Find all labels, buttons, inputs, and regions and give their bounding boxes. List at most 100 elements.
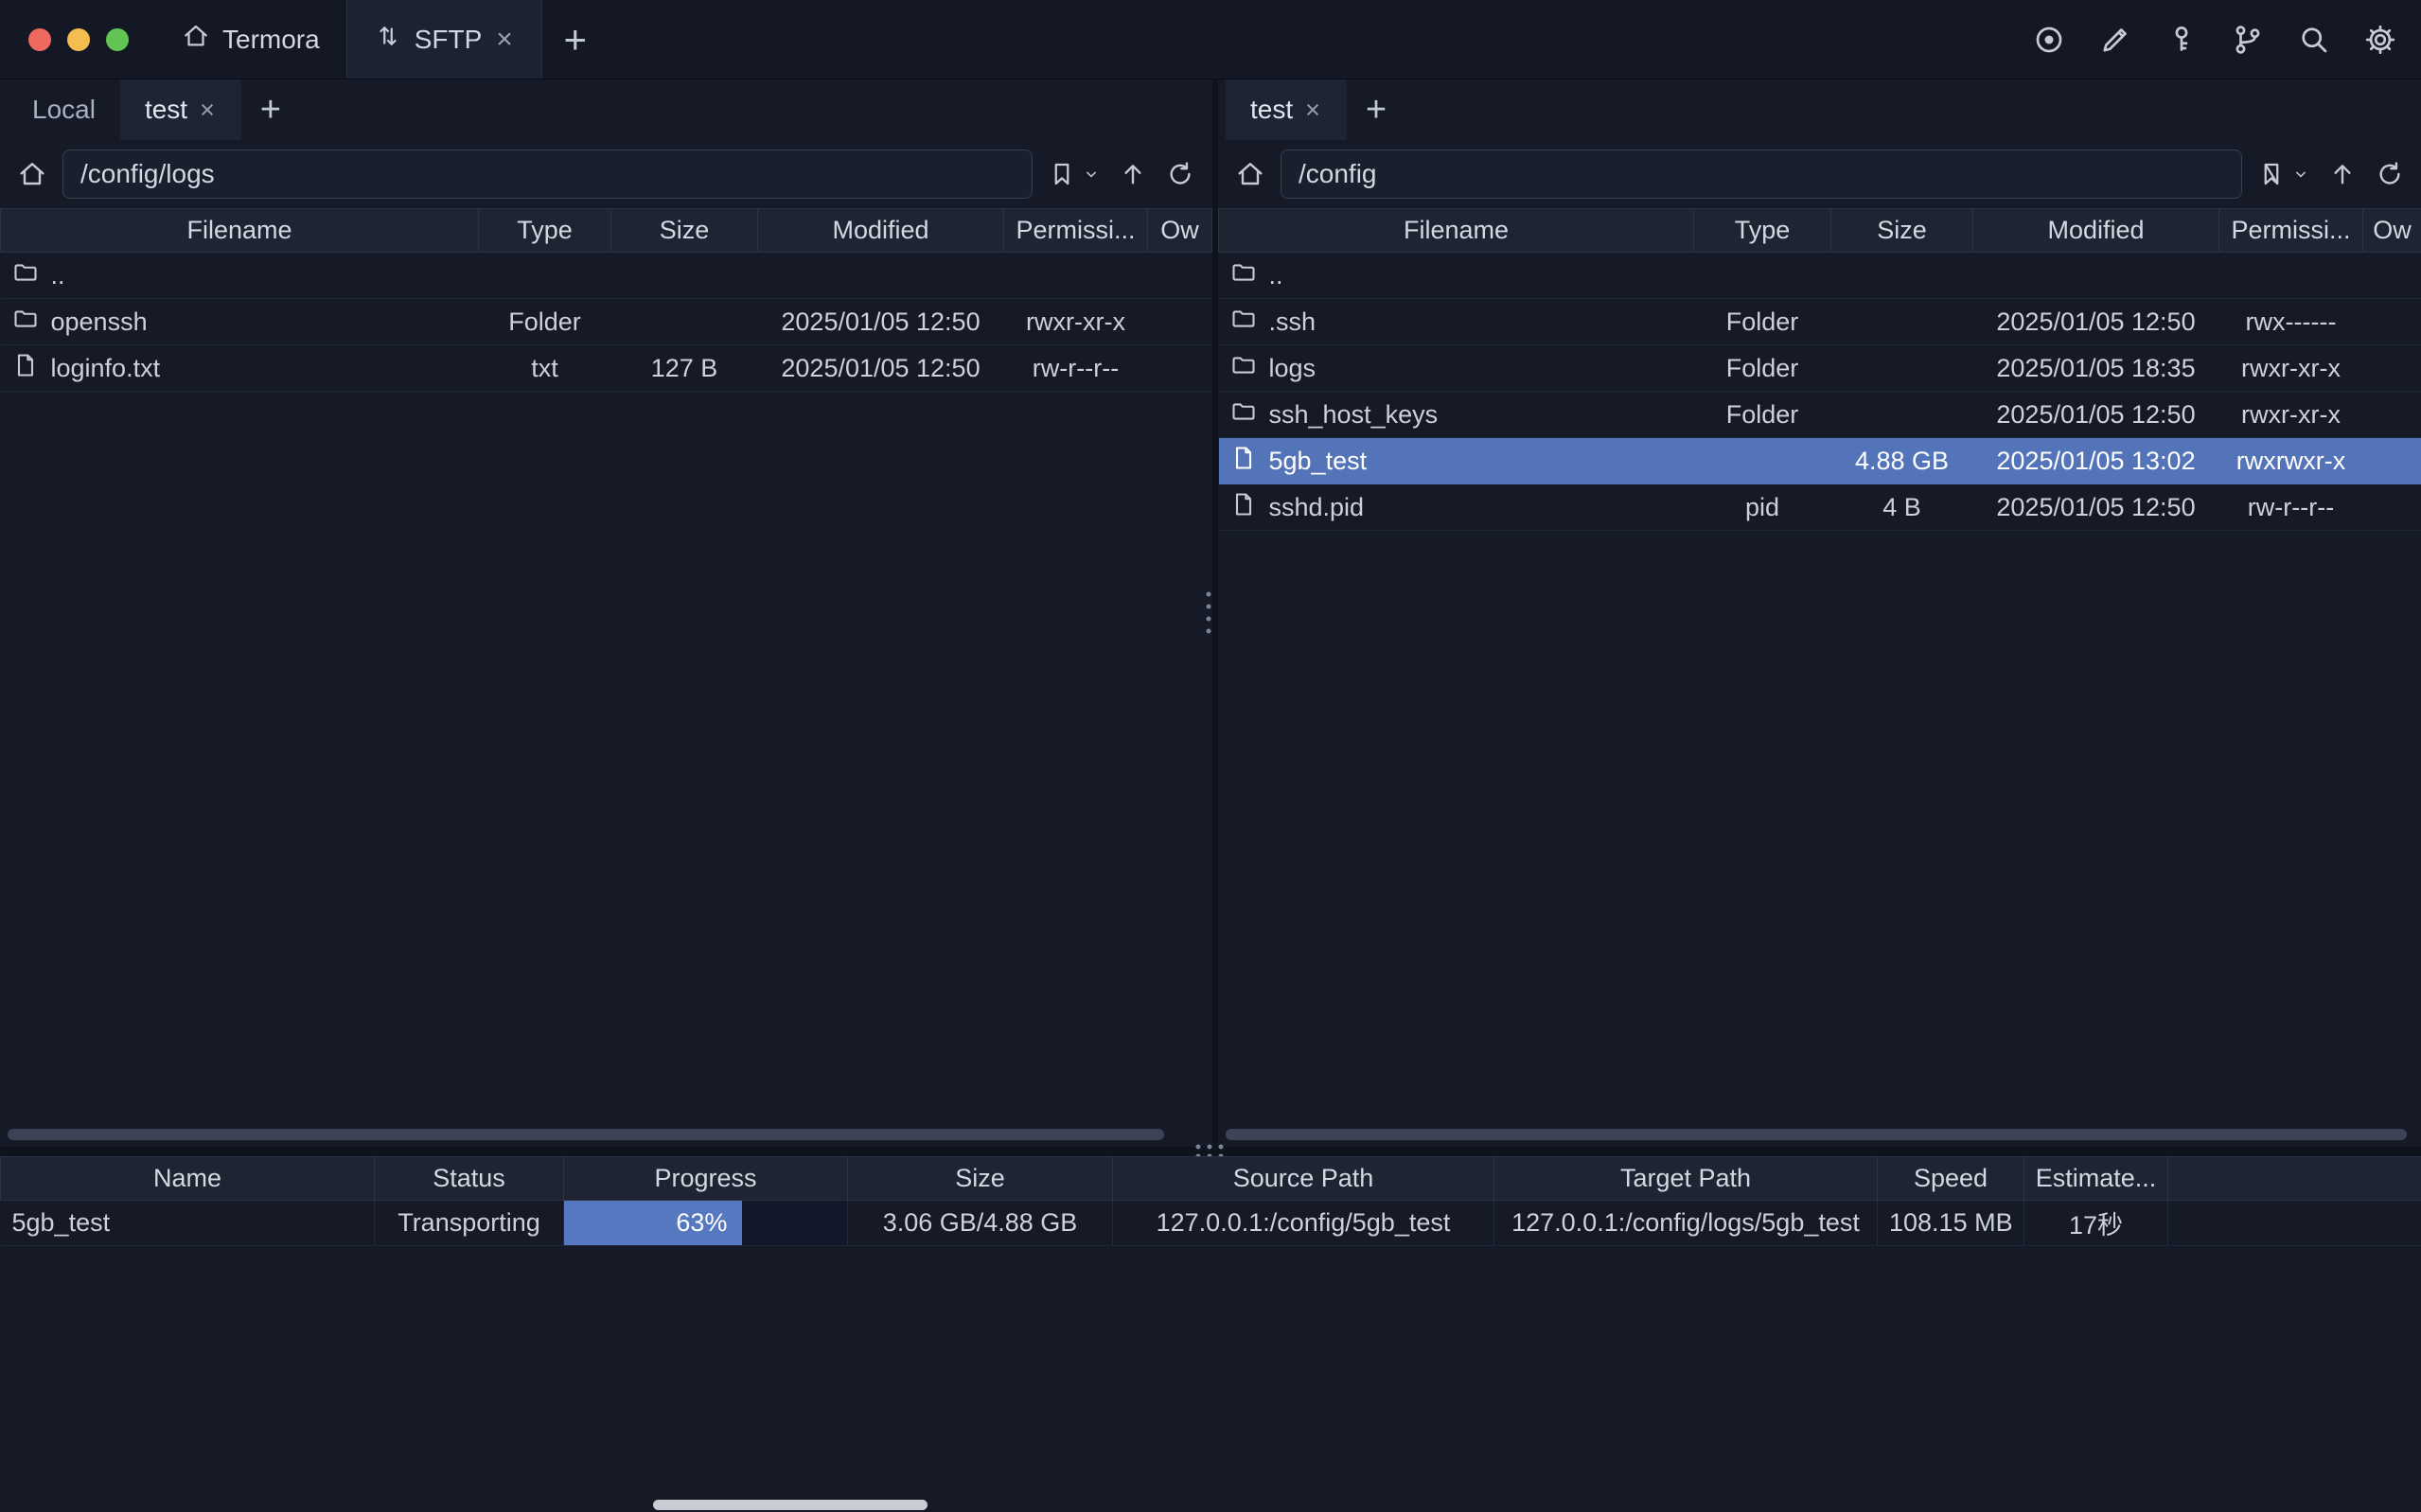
transfer-panel-splitter[interactable] (0, 1147, 2421, 1156)
bottom-overlay-scrollbar[interactable] (653, 1500, 928, 1510)
transfer-row[interactable]: 5gb_test Transporting 63% 3.06 GB/4.88 G… (1, 1201, 2421, 1246)
file-type: Folder (1694, 392, 1831, 438)
right-table-header: Filename Type Size Modified Permissi... … (1219, 209, 2421, 253)
left-tab-test-close-icon[interactable]: × (198, 97, 217, 123)
transfer-filler (2168, 1201, 2421, 1246)
branch-icon[interactable] (2230, 22, 2266, 58)
table-row[interactable]: openssh Folder 2025/01/05 12:50 rwxr-xr-… (1, 299, 1212, 345)
file-permissions: rwxrwxr-x (2219, 438, 2363, 484)
folder-icon (1230, 259, 1257, 292)
right-refresh-icon[interactable] (2373, 151, 2407, 197)
table-row[interactable]: .ssh Folder 2025/01/05 12:50 rwx------ (1219, 299, 2421, 345)
left-bookmark-icon[interactable] (1046, 151, 1078, 197)
file-modified: 2025/01/05 12:50 (1973, 299, 2219, 345)
left-add-tab-button[interactable]: + (241, 79, 300, 140)
transfers-col-target-path[interactable]: Target Path (1494, 1157, 1878, 1201)
right-col-filename[interactable]: Filename (1219, 209, 1694, 253)
right-col-type[interactable]: Type (1694, 209, 1831, 253)
right-add-tab-button[interactable]: + (1347, 79, 1405, 140)
right-bookmark-icon[interactable] (2255, 151, 2288, 197)
right-tab-test-close-icon[interactable]: × (1303, 97, 1322, 123)
left-pane: Local test × + (0, 79, 1212, 1147)
transfers-col-estimate[interactable]: Estimate... (2024, 1157, 2168, 1201)
settings-gear-icon[interactable] (2362, 22, 2398, 58)
left-col-owner[interactable]: Ow (1148, 209, 1212, 253)
file-permissions: rwx------ (2219, 299, 2363, 345)
right-pane-tabs: test × + (1218, 79, 2421, 140)
close-window-button[interactable] (28, 28, 51, 51)
file-owner (2363, 392, 2421, 438)
right-path-input[interactable] (1281, 149, 2242, 199)
transfer-arrows-icon (374, 22, 402, 57)
right-col-permissions[interactable]: Permissi... (2219, 209, 2363, 253)
file-name: loginfo.txt (51, 354, 161, 383)
right-tab-test[interactable]: test × (1226, 79, 1347, 140)
transfers-table-header: Name Status Progress Size Source Path Ta… (1, 1157, 2421, 1201)
tab-termora[interactable]: Termora (155, 0, 346, 79)
file-size (1831, 299, 1973, 345)
transfers-col-size[interactable]: Size (848, 1157, 1113, 1201)
left-path-input[interactable] (62, 149, 1033, 199)
left-home-icon[interactable] (15, 151, 49, 197)
left-refresh-icon[interactable] (1163, 151, 1197, 197)
left-horizontal-scrollbar[interactable] (8, 1129, 1164, 1140)
right-bookmark-chevron-down-icon[interactable] (2289, 151, 2312, 197)
transfers-col-progress[interactable]: Progress (564, 1157, 848, 1201)
left-pathbar (0, 140, 1212, 208)
right-home-icon[interactable] (1233, 151, 1267, 197)
app-window: Termora SFTP × + (0, 0, 2421, 1512)
file-name: openssh (51, 308, 148, 337)
titlebar-actions (2031, 0, 2421, 79)
file-owner (2363, 438, 2421, 484)
left-up-directory-icon[interactable] (1116, 151, 1150, 197)
edit-icon[interactable] (2097, 22, 2133, 58)
right-horizontal-scrollbar[interactable] (1226, 1129, 2407, 1140)
transfers-col-source-path[interactable]: Source Path (1113, 1157, 1494, 1201)
transfers-col-speed[interactable]: Speed (1878, 1157, 2024, 1201)
left-bookmark-chevron-down-icon[interactable] (1080, 151, 1103, 197)
key-icon[interactable] (2164, 22, 2200, 58)
search-icon[interactable] (2296, 22, 2332, 58)
zoom-window-button[interactable] (106, 28, 129, 51)
right-col-owner[interactable]: Ow (2363, 209, 2421, 253)
left-col-type[interactable]: Type (479, 209, 611, 253)
right-pane: test × + (1218, 79, 2421, 1147)
titlebar-spacer (609, 0, 2031, 79)
right-col-modified[interactable]: Modified (1973, 209, 2219, 253)
right-col-size[interactable]: Size (1831, 209, 1973, 253)
new-tab-button[interactable]: + (542, 0, 609, 79)
tab-sftp[interactable]: SFTP × (346, 0, 542, 79)
left-tab-test[interactable]: test × (120, 79, 241, 140)
tab-sftp-label: SFTP (415, 25, 483, 55)
left-col-modified[interactable]: Modified (758, 209, 1004, 253)
file-permissions: rwxr-xr-x (2219, 392, 2363, 438)
traffic-lights (0, 0, 155, 79)
left-col-filename[interactable]: Filename (1, 209, 479, 253)
record-icon[interactable] (2031, 22, 2067, 58)
tab-sftp-close-icon[interactable]: × (494, 26, 515, 54)
table-row-selected[interactable]: 5gb_test 4.88 GB 2025/01/05 13:02 rwxrwx… (1219, 438, 2421, 484)
left-tab-test-label: test (145, 95, 187, 125)
folder-icon (1230, 352, 1257, 385)
file-permissions: rwxr-xr-x (2219, 345, 2363, 392)
table-row[interactable]: .. (1, 253, 1212, 299)
minimize-window-button[interactable] (67, 28, 90, 51)
table-row[interactable]: ssh_host_keys Folder 2025/01/05 12:50 rw… (1219, 392, 2421, 438)
transfer-estimate: 17秒 (2024, 1201, 2168, 1246)
table-row[interactable]: logs Folder 2025/01/05 18:35 rwxr-xr-x (1219, 345, 2421, 392)
file-name: 5gb_test (1269, 447, 1368, 476)
file-type: Folder (1694, 345, 1831, 392)
transfers-col-filler (2168, 1157, 2421, 1201)
transfer-status: Transporting (375, 1201, 564, 1246)
file-type (1694, 253, 1831, 299)
table-row[interactable]: sshd.pid pid 4 B 2025/01/05 12:50 rw-r--… (1219, 484, 2421, 531)
table-row[interactable]: .. (1219, 253, 2421, 299)
left-tab-local[interactable]: Local (8, 79, 120, 140)
transfers-col-name[interactable]: Name (1, 1157, 375, 1201)
table-row[interactable]: loginfo.txt txt 127 B 2025/01/05 12:50 r… (1, 345, 1212, 392)
transfers-col-status[interactable]: Status (375, 1157, 564, 1201)
left-file-table: Filename Type Size Modified Permissi... … (0, 208, 1212, 1147)
left-col-permissions[interactable]: Permissi... (1004, 209, 1148, 253)
right-up-directory-icon[interactable] (2325, 151, 2359, 197)
left-col-size[interactable]: Size (611, 209, 758, 253)
